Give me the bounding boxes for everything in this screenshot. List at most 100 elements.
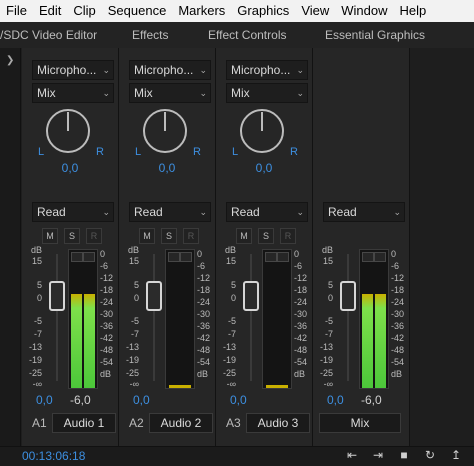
track-name-field[interactable]: Mix: [319, 413, 401, 433]
scale-label: -12: [294, 273, 308, 283]
pan-value[interactable]: 0,0: [216, 161, 312, 175]
scale-label: -7: [227, 329, 236, 339]
scale-label: dB: [100, 369, 112, 379]
tab-effect-controls[interactable]: Effect Controls: [208, 22, 286, 48]
scale-label: dB: [30, 245, 42, 255]
menu-file[interactable]: File: [0, 0, 33, 22]
scale-label: -30: [294, 309, 308, 319]
pan-knob[interactable]: [240, 109, 284, 153]
scale-label: -54: [391, 357, 405, 367]
scale-label: dB: [197, 369, 209, 379]
step-forward-icon[interactable]: ⇥: [368, 448, 388, 462]
track-id: A1: [32, 416, 47, 430]
tab-essential-graphics[interactable]: Essential Graphics: [325, 22, 425, 48]
expand-chevron-icon[interactable]: ❯: [6, 55, 14, 66]
scale-label: -18: [197, 285, 211, 295]
scale-label: -24: [197, 297, 211, 307]
volume-fader[interactable]: [49, 281, 65, 311]
volume-value[interactable]: 0,0: [327, 393, 344, 407]
pan-knob[interactable]: [46, 109, 90, 153]
menu-graphics[interactable]: Graphics: [231, 0, 295, 22]
volume-fader[interactable]: [243, 281, 259, 311]
clip-indicator-left[interactable]: [265, 252, 277, 262]
volume-value[interactable]: 0,0: [230, 393, 247, 407]
scale-label: -12: [100, 273, 114, 283]
mix-dropdown[interactable]: Mix ⌄: [129, 83, 211, 103]
scale-label: -5: [324, 316, 333, 326]
chevron-down-icon: ⌄: [296, 88, 304, 98]
scale-label: 15: [225, 256, 236, 266]
menu-view[interactable]: View: [295, 0, 335, 22]
menu-edit[interactable]: Edit: [33, 0, 67, 22]
peak-value: -6,0: [70, 393, 91, 407]
fader-scale: dB 15 5 0 -5 -7 -13 -19 -25 -∞: [22, 245, 48, 389]
clip-indicator-right[interactable]: [83, 252, 95, 262]
volume-fader[interactable]: [340, 281, 356, 311]
pan-knob[interactable]: [143, 109, 187, 153]
automation-dropdown[interactable]: Read ⌄: [323, 202, 405, 222]
input-dropdown[interactable]: Micropho... ⌄: [32, 60, 114, 80]
volume-value[interactable]: 0,0: [36, 393, 53, 407]
chevron-down-icon: ⌄: [102, 88, 110, 98]
scale-label: -6: [100, 261, 109, 271]
pan-value[interactable]: 0,0: [22, 161, 118, 175]
solo-button[interactable]: S: [258, 228, 274, 244]
loop-icon[interactable]: ↻: [420, 448, 440, 462]
mute-button[interactable]: M: [139, 228, 155, 244]
export-icon[interactable]: ↥: [446, 448, 466, 462]
solo-button[interactable]: S: [161, 228, 177, 244]
menu-window[interactable]: Window: [335, 0, 393, 22]
clip-indicator-right[interactable]: [180, 252, 192, 262]
clip-indicator-left[interactable]: [362, 252, 374, 262]
scale-label: 0: [327, 293, 333, 303]
pan-value[interactable]: 0,0: [119, 161, 215, 175]
track-name-field[interactable]: Audio 2: [149, 413, 213, 433]
menu-help[interactable]: Help: [394, 0, 433, 22]
clip-indicator-right[interactable]: [277, 252, 289, 262]
menu-sequence[interactable]: Sequence: [102, 0, 173, 22]
clip-indicator-left[interactable]: [71, 252, 83, 262]
track-name-field[interactable]: Audio 1: [52, 413, 116, 433]
menu-markers[interactable]: Markers: [172, 0, 231, 22]
solo-button[interactable]: S: [64, 228, 80, 244]
scale-label: dB: [294, 369, 306, 379]
fader-track: [153, 254, 155, 381]
stop-icon[interactable]: ■: [394, 448, 414, 462]
pan-left-label: L: [135, 146, 142, 158]
track-name-field[interactable]: Audio 3: [246, 413, 310, 433]
mute-button[interactable]: M: [42, 228, 58, 244]
scale-label: 0: [230, 293, 236, 303]
meter-bar-left: [362, 294, 373, 388]
record-button[interactable]: R: [183, 228, 199, 244]
tab-video-editor[interactable]: /SDC Video Editor: [0, 22, 97, 48]
clip-indicator-left[interactable]: [168, 252, 180, 262]
meter-scale: 0 -6 -12 -18 -24 -30 -36 -42 -48 -54 dB: [391, 245, 417, 385]
record-button[interactable]: R: [86, 228, 102, 244]
scale-label: 0: [100, 249, 106, 259]
input-dropdown-value: Micropho...: [231, 63, 291, 77]
volume-value[interactable]: 0,0: [133, 393, 150, 407]
scale-label: -25: [28, 368, 42, 378]
track-id: A2: [129, 416, 144, 430]
scale-label: -13: [125, 342, 139, 352]
panel-tab-bar: /SDC Video Editor Effects Effect Control…: [0, 22, 474, 49]
clip-indicator-right[interactable]: [374, 252, 386, 262]
scale-label: 5: [36, 280, 42, 290]
automation-dropdown[interactable]: Read ⌄: [226, 202, 308, 222]
mute-button[interactable]: M: [236, 228, 252, 244]
volume-fader[interactable]: [146, 281, 162, 311]
scale-label: -6: [294, 261, 303, 271]
record-button[interactable]: R: [280, 228, 296, 244]
mix-dropdown[interactable]: Mix ⌄: [32, 83, 114, 103]
meter-bar-left: [71, 294, 82, 388]
input-dropdown[interactable]: Micropho... ⌄: [226, 60, 308, 80]
tab-effects[interactable]: Effects: [132, 22, 168, 48]
automation-dropdown[interactable]: Read ⌄: [129, 202, 211, 222]
timecode[interactable]: 00:13:06:18: [22, 449, 85, 463]
scale-label: -36: [391, 321, 405, 331]
input-dropdown[interactable]: Micropho... ⌄: [129, 60, 211, 80]
mix-dropdown[interactable]: Mix ⌄: [226, 83, 308, 103]
step-back-icon[interactable]: ⇤: [342, 448, 362, 462]
automation-dropdown[interactable]: Read ⌄: [32, 202, 114, 222]
menu-clip[interactable]: Clip: [67, 0, 101, 22]
